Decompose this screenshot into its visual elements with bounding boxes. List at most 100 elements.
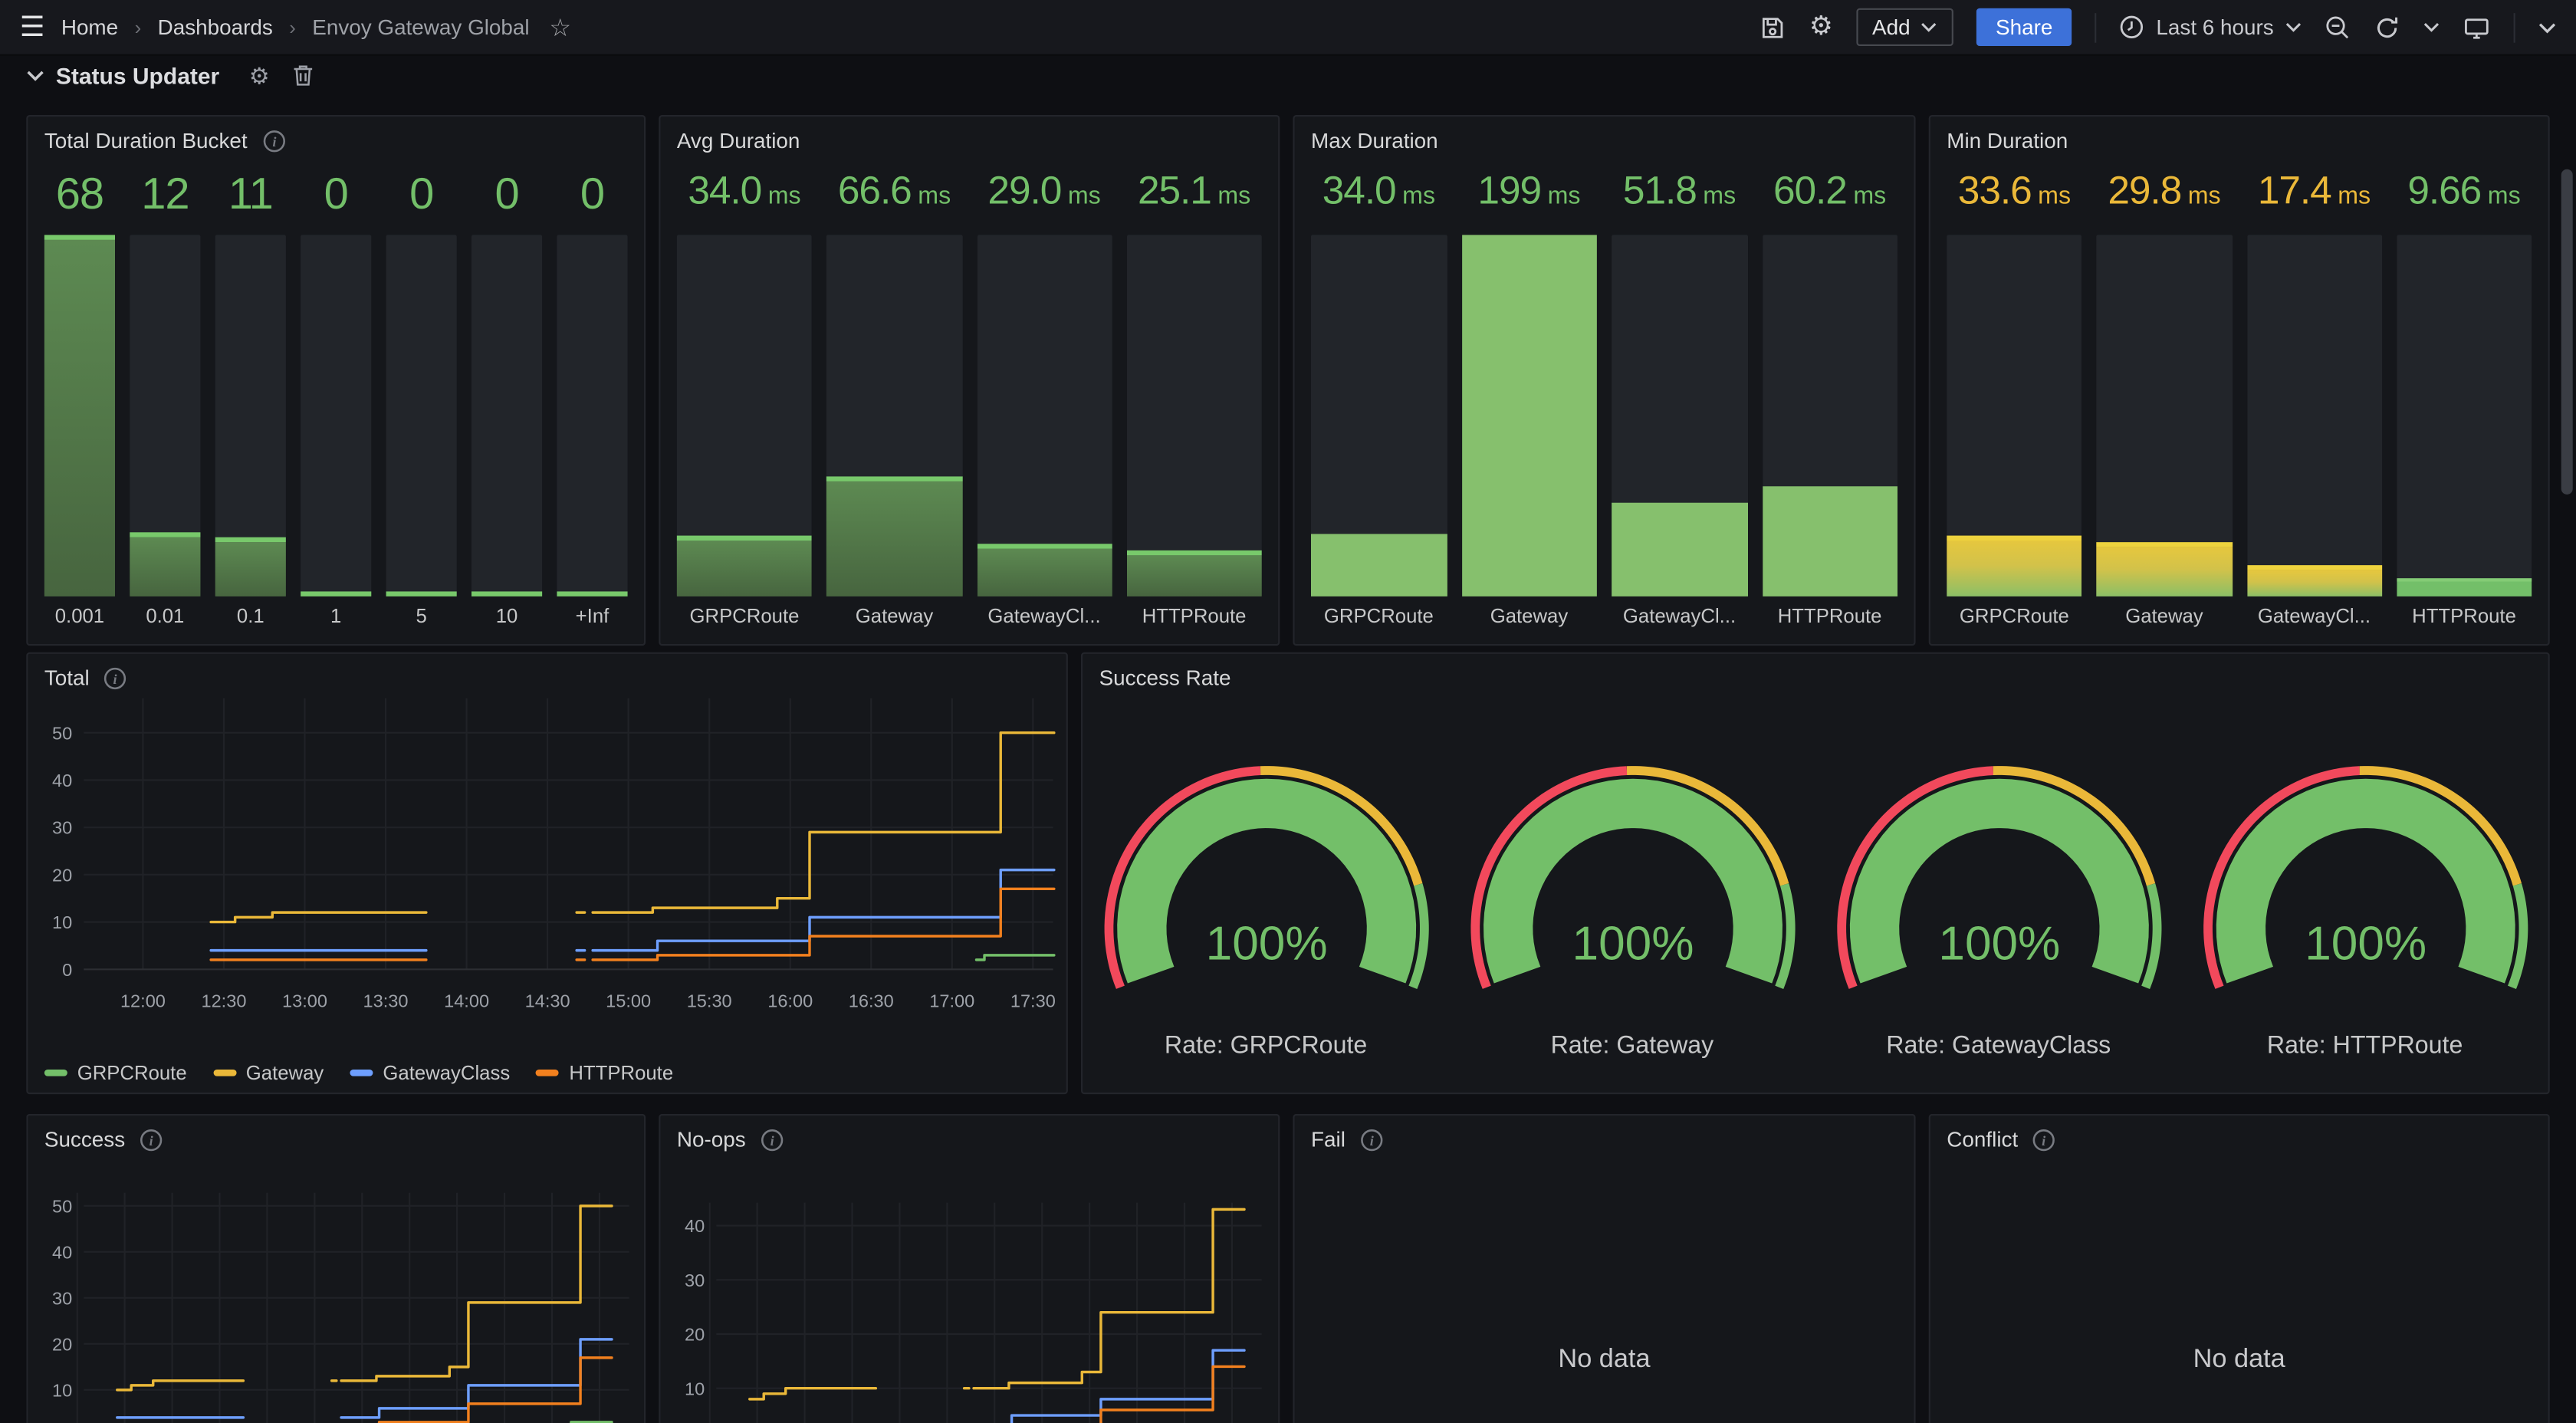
legend-swatch [213,1070,236,1076]
bar-value: 17.4 [2258,169,2331,215]
zoom-out-time-icon[interactable] [2325,14,2351,40]
info-icon[interactable]: i [761,1128,784,1151]
bar-fill [557,591,627,596]
kiosk-monitor-icon[interactable] [2463,14,2490,40]
refresh-icon[interactable] [2374,14,2400,40]
breadcrumb-dashboards[interactable]: Dashboards [158,15,273,39]
info-icon[interactable]: i [262,129,285,152]
breadcrumb-separator: › [289,15,296,38]
bar-fill [44,235,115,596]
svg-text:20: 20 [685,1325,705,1345]
legend-item[interactable]: Gateway [213,1061,324,1084]
bar-label: GatewayCl... [977,600,1112,634]
bar-track [2097,235,2232,596]
legend-item[interactable]: GRPCRoute [44,1061,187,1084]
info-icon[interactable]: i [2032,1128,2055,1151]
bar-gauge-column: 34.0msGRPCRoute [677,169,812,634]
bar-track [977,235,1112,596]
svg-text:10: 10 [52,1380,72,1400]
panel-max-duration: Max Duration 34.0msGRPCRoute199msGateway… [1293,115,1915,646]
row-settings-gear-icon[interactable]: ⚙ [249,62,270,88]
bar-gauge-column: 29.0msGatewayCl... [977,169,1112,634]
hamburger-menu-icon[interactable]: ☰ [20,11,45,44]
panel-title[interactable]: Success [44,1127,125,1152]
bar-track [1947,235,2082,596]
vertical-scrollbar[interactable] [2561,169,2573,495]
svg-text:20: 20 [52,1334,72,1354]
bar-value-unit: ms [1217,182,1250,210]
bar-value-unit: ms [1548,182,1581,210]
bar-label: GatewayCl... [1612,600,1747,634]
panel-title[interactable]: Total Duration Bucket [44,128,248,153]
bar-track [130,235,200,596]
panel-title[interactable]: Avg Duration [677,128,800,153]
row-title-label: Status Updater [56,62,219,88]
bar-fill [677,535,812,596]
bar-label: Gateway [826,600,961,634]
bar-track [557,235,627,596]
svg-text:16:00: 16:00 [767,991,813,1011]
time-range-picker[interactable]: Last 6 hours [2120,15,2302,39]
bar-value: 29.8 [2108,169,2181,215]
gauge-row: 100%Rate: GRPCRoute100%Rate: Gateway100%… [1083,697,2548,1093]
legend-item[interactable]: GatewayClass [350,1061,511,1084]
refresh-interval-chevron-icon[interactable] [2423,21,2440,33]
bar-track [386,235,457,596]
gauge-label: Rate: GRPCRoute [1165,1032,1367,1060]
top-navbar: ☰ Home › Dashboards › Envoy Gateway Glob… [0,0,2576,56]
panel-title[interactable]: Max Duration [1311,128,1438,153]
legend-item[interactable]: HTTPRoute [537,1061,674,1084]
svg-text:i: i [2042,1132,2046,1148]
panel-title[interactable]: Conflict [1947,1127,2018,1152]
bar-value-unit: ms [2188,182,2221,210]
info-icon[interactable]: i [104,666,127,689]
bar-value: 11 [228,169,273,220]
navbar-chevron-down-icon[interactable] [2538,21,2557,34]
panel-title[interactable]: No-ops [677,1127,746,1152]
bar-gauge: 34.0msGRPCRoute199msGateway51.8msGateway… [1311,169,1898,634]
row-collapse-toggle[interactable]: Status Updater [26,62,219,88]
bar-gauge: 680.001120.01110.101050100+Inf [44,169,628,634]
save-dashboard-icon[interactable] [1760,14,1786,40]
bar-label: 1 [301,600,371,634]
bar-track [301,235,371,596]
svg-text:i: i [770,1132,774,1148]
bar-value-unit: ms [1068,182,1101,210]
panel-title[interactable]: Total [44,665,90,690]
svg-text:13:00: 13:00 [282,991,327,1011]
share-button[interactable]: Share [1976,8,2072,46]
bar-gauge-column: 680.001 [44,169,115,634]
info-icon[interactable]: i [1360,1128,1383,1151]
bar-value: 0 [495,169,519,220]
svg-text:i: i [271,133,275,149]
svg-text:30: 30 [685,1270,705,1290]
bar-value: 33.6 [1958,169,2032,215]
chevron-down-icon [1920,21,1936,33]
panel-title[interactable]: Success Rate [1099,665,1231,690]
bar-fill [301,591,371,596]
bar-value-unit: ms [1703,182,1736,210]
breadcrumb-home[interactable]: Home [61,15,118,39]
info-icon[interactable]: i [140,1128,163,1151]
add-button[interactable]: Add [1856,8,1953,46]
bar-gauge-column: 05 [386,169,457,634]
bar-value-unit: ms [918,182,951,210]
row-delete-trash-icon[interactable] [293,64,314,87]
panel-title[interactable]: Fail [1311,1127,1346,1152]
dashboard-settings-gear-icon[interactable]: ⚙ [1809,14,1833,40]
bar-value: 0 [580,169,604,220]
bar-label: HTTPRoute [1762,600,1898,634]
legend-label: Gateway [246,1061,324,1084]
legend-swatch [350,1070,373,1076]
bar-value: 0 [409,169,433,220]
bar-label: 10 [472,600,542,634]
bar-gauge-column: 51.8msGatewayCl... [1612,169,1747,634]
svg-text:15:30: 15:30 [687,991,732,1011]
favorite-star-icon[interactable]: ☆ [549,12,571,42]
panel-title[interactable]: Min Duration [1947,128,2068,153]
bar-label: GRPCRoute [1947,600,2082,634]
panel-no-ops: No-ops i 10203040 [659,1114,1280,1423]
bar-track [1461,235,1597,596]
svg-text:40: 40 [52,1242,72,1262]
bar-track [472,235,542,596]
